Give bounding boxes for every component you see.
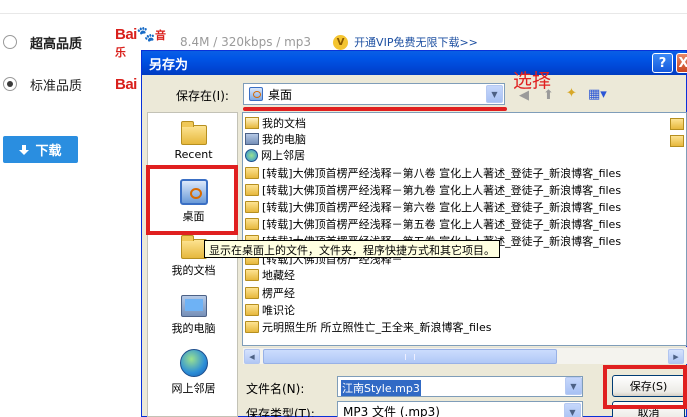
folder-icon [245, 321, 259, 333]
documents-icon [245, 117, 259, 129]
quality-label-high: 超高品质 [30, 36, 83, 52]
annotation-box-desktop [146, 165, 238, 235]
help-button[interactable]: ? [652, 53, 673, 73]
dialog-titlebar[interactable]: 另存为 ? X [142, 51, 687, 75]
folder-icon [245, 201, 259, 213]
desktop-tooltip: 显示在桌面上的文件，文件夹，程序快捷方式和其它项目。 [204, 240, 500, 258]
list-item[interactable]: 唯识论 [245, 302, 295, 318]
filename-input[interactable]: 江南Style.mp3 ▼ [337, 376, 583, 397]
download-button[interactable]: 下载 [3, 136, 78, 163]
save-in-value: 桌面 [268, 87, 293, 102]
page-top-divider [0, 0, 687, 14]
folder-icon[interactable] [670, 118, 684, 130]
radio-high-quality[interactable] [3, 35, 17, 49]
scrollbar-thumb[interactable] [263, 349, 557, 364]
filename-value: 江南Style.mp3 [341, 380, 421, 396]
save-in-dropdown[interactable]: 桌面 ▼ [243, 83, 505, 105]
network-icon [245, 148, 258, 162]
place-recent[interactable]: Recent [148, 121, 239, 161]
list-item[interactable]: [转载]大佛顶首楞严经浅释－第八卷 宣化上人著述_登徒子_新浪博客_files [245, 165, 621, 181]
scroll-right-icon[interactable]: ▶ [668, 349, 684, 364]
list-item[interactable]: 网上邻居 [245, 147, 305, 163]
annotation-box-save [603, 365, 687, 409]
filename-chevron-down-icon[interactable]: ▼ [565, 377, 582, 395]
quality-info-high: 8.4M / 320kbps / mp3 [180, 35, 312, 49]
filetype-label: 保存类型(T): [246, 407, 315, 417]
computer-icon [245, 133, 259, 145]
folder-icon [245, 287, 259, 299]
list-item[interactable]: [转载]大佛顶首楞严经浅释－第六卷 宣化上人著述_登徒子_新浪博客_files [245, 199, 621, 215]
folder-icon [245, 269, 259, 281]
save-in-label: 保存在(I): [176, 89, 229, 103]
places-bar: Recent 桌面 我的文档 我的电脑 网上邻居 [147, 112, 238, 417]
my-documents-icon [180, 235, 207, 259]
list-item[interactable]: 我的文档 [245, 115, 306, 131]
list-item[interactable]: [转载]大佛顶首楞严经浅释－第五卷 宣化上人著述_登徒子_新浪博客_files [245, 216, 621, 232]
filetype-chevron-down-icon[interactable]: ▼ [564, 403, 581, 417]
list-item[interactable]: [转载]大佛顶首楞严经浅释－第九卷 宣化上人著述_登徒子_新浪博客_files [245, 182, 621, 198]
network-places-icon [179, 349, 208, 377]
place-network[interactable]: 网上邻居 [148, 349, 239, 396]
filename-label: 文件名(N): [246, 382, 305, 396]
filetype-value: MP3 文件 (.mp3) [343, 404, 440, 417]
folder-icon [245, 167, 259, 179]
vip-link[interactable]: 开通VIP免费无限下载>> [354, 34, 478, 50]
folder-icon [245, 218, 259, 230]
close-button[interactable]: X [676, 53, 687, 73]
radio-standard-quality[interactable] [3, 77, 17, 91]
folder-icon [245, 304, 259, 316]
folder-icon [245, 184, 259, 196]
scroll-left-icon[interactable]: ◀ [244, 349, 260, 364]
filetype-dropdown[interactable]: MP3 文件 (.mp3) ▼ [337, 401, 583, 417]
file-list[interactable]: 我的文档 我的电脑 网上邻居 [转载]大佛顶首楞严经浅释－第八卷 宣化上人著述_… [242, 112, 687, 346]
list-item[interactable]: 我的电脑 [245, 131, 306, 147]
folder-icon[interactable] [670, 135, 684, 147]
annotation-underline [243, 107, 507, 111]
list-item[interactable]: 元明照生所 所立照性亡_王全来_新浪博客_files [245, 319, 491, 335]
dialog-title: 另存为 [149, 58, 189, 73]
quality-label-standard: 标准品质 [30, 78, 83, 94]
list-item[interactable]: 地藏经 [245, 267, 295, 283]
desktop-small-icon [249, 87, 263, 101]
chevron-down-icon[interactable]: ▼ [486, 85, 503, 103]
views-menu-icon[interactable]: ▦▾ [588, 87, 607, 102]
list-item[interactable]: 楞严经 [245, 285, 295, 301]
vip-icon: V [333, 34, 349, 50]
horizontal-scrollbar[interactable]: ◀ ▶ [243, 347, 687, 364]
back-icon[interactable]: ◀ [519, 88, 529, 103]
place-my-computer[interactable]: 我的电脑 [148, 295, 239, 336]
up-folder-icon[interactable]: ⬆ [543, 88, 554, 103]
new-folder-icon[interactable]: ✦ [566, 86, 577, 101]
recent-folder-icon [180, 121, 207, 145]
my-computer-icon [180, 295, 207, 317]
download-icon [19, 144, 30, 155]
